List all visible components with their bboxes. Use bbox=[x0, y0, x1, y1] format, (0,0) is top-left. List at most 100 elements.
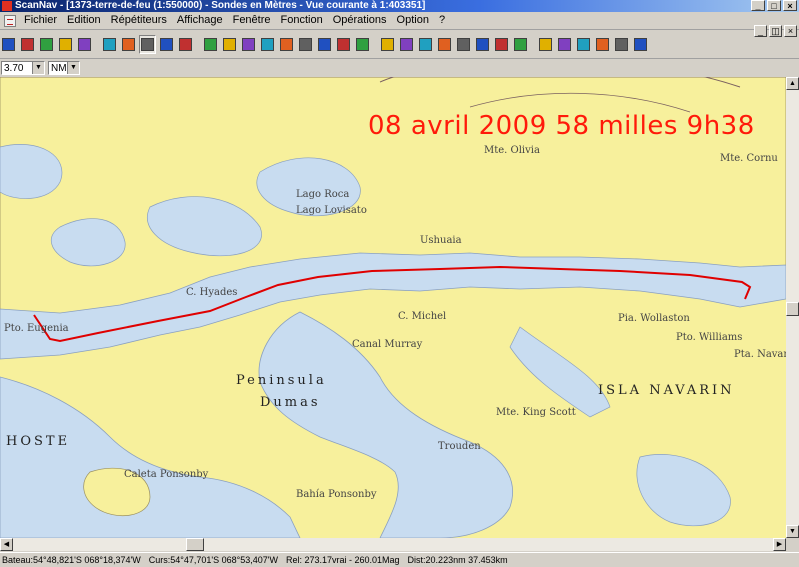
layers-icon bbox=[356, 37, 369, 51]
scroll-up-button[interactable]: ▲ bbox=[786, 77, 799, 90]
window-button[interactable] bbox=[177, 35, 194, 54]
bar-chart-button[interactable] bbox=[512, 35, 529, 54]
mark-icon bbox=[280, 37, 293, 51]
route-icon bbox=[242, 37, 255, 51]
menu-repetiteurs[interactable]: Répétiteurs bbox=[106, 13, 172, 28]
select-rect-button[interactable] bbox=[158, 35, 175, 54]
center-cross-icon bbox=[223, 37, 236, 51]
unit-value: NM bbox=[51, 62, 67, 74]
gps-button[interactable] bbox=[455, 35, 472, 54]
menu-fichier[interactable]: Fichier bbox=[19, 13, 62, 28]
mark-button[interactable] bbox=[278, 35, 295, 54]
bar-chart-icon bbox=[514, 37, 527, 51]
status-distance: Dist:20.223nm 37.453km bbox=[407, 555, 508, 565]
open-chart-button[interactable] bbox=[0, 35, 17, 54]
map-label: Lago Lovisato bbox=[296, 205, 367, 216]
tide-button[interactable] bbox=[474, 35, 491, 54]
menu-operations[interactable]: Opérations bbox=[328, 13, 392, 28]
identify-button[interactable] bbox=[632, 35, 649, 54]
print-button[interactable] bbox=[57, 35, 74, 54]
map-label: Pto. Eugenia bbox=[4, 323, 69, 334]
gps-icon bbox=[457, 37, 470, 51]
menu-fenetre[interactable]: Fenêtre bbox=[228, 13, 276, 28]
zoom-out-icon bbox=[122, 37, 135, 51]
unit-select[interactable]: NM ▼ bbox=[48, 61, 80, 75]
scroll-right-button[interactable]: ▶ bbox=[773, 538, 786, 551]
grid-button[interactable] bbox=[556, 35, 573, 54]
text-button[interactable] bbox=[335, 35, 352, 54]
measure-icon bbox=[318, 37, 331, 51]
document-icon[interactable] bbox=[4, 14, 16, 27]
info-button[interactable] bbox=[417, 35, 434, 54]
map-label: C. Michel bbox=[398, 311, 447, 322]
tide-icon bbox=[476, 37, 489, 51]
zoom-in-button[interactable] bbox=[101, 35, 118, 54]
open-chart-icon bbox=[2, 37, 15, 51]
status-cursor-position: Curs:54°47,701'S 068°53,407'W bbox=[148, 555, 278, 565]
waypoint-icon bbox=[261, 37, 274, 51]
chart-image bbox=[0, 77, 786, 538]
scroll-down-button[interactable]: ▼ bbox=[786, 525, 799, 538]
save-button[interactable] bbox=[38, 35, 55, 54]
alarm-button[interactable] bbox=[398, 35, 415, 54]
window-icon bbox=[179, 37, 192, 51]
scroll-left-button[interactable]: ◀ bbox=[0, 538, 13, 551]
horizontal-scroll-thumb[interactable] bbox=[186, 538, 204, 551]
map-label: Canal Murray bbox=[352, 339, 423, 350]
help-pointer-button[interactable] bbox=[76, 35, 93, 54]
status-bearing: Rel: 273.17vrai - 260.01Mag bbox=[285, 555, 400, 565]
wind-button[interactable] bbox=[594, 35, 611, 54]
map-label: Mte. Olivia bbox=[484, 145, 540, 156]
status-boat-position: Bateau:54°48,821'S 068°18,374'W bbox=[2, 555, 141, 565]
map-label: Lago Roca bbox=[296, 189, 350, 200]
boat-button[interactable] bbox=[202, 35, 219, 54]
track-button[interactable] bbox=[297, 35, 314, 54]
chevron-down-icon[interactable]: ▼ bbox=[67, 62, 79, 74]
zoom-out-button[interactable] bbox=[120, 35, 137, 54]
track-annotation: 08 avril 2009 58 milles 9h38 bbox=[368, 111, 755, 141]
menu-affichage[interactable]: Affichage bbox=[172, 13, 228, 28]
waypoint-button[interactable] bbox=[259, 35, 276, 54]
scale-value: 3.70 bbox=[4, 62, 24, 74]
window-title-bar: ScanNav - [1373-terre-de-feu (1:550000) … bbox=[0, 0, 799, 12]
pan-hand-icon bbox=[141, 37, 154, 51]
vertical-scrollbar[interactable]: ▲ ▼ bbox=[786, 77, 799, 538]
compass-icon bbox=[381, 37, 394, 51]
menu-help[interactable]: ? bbox=[434, 13, 450, 28]
man-overboard-button[interactable] bbox=[436, 35, 453, 54]
ruler-button[interactable] bbox=[613, 35, 630, 54]
help-pointer-icon bbox=[78, 37, 91, 51]
scale-select[interactable]: 3.70 ▼ bbox=[1, 61, 45, 75]
info-icon bbox=[419, 37, 432, 51]
map-label: Mte. King Scott bbox=[496, 407, 576, 418]
map-label: Trouden bbox=[438, 441, 481, 452]
pan-hand-button[interactable] bbox=[139, 34, 156, 54]
menu-fonction[interactable]: Fonction bbox=[276, 13, 328, 28]
grid-icon bbox=[558, 37, 571, 51]
zoom-in-icon bbox=[103, 37, 116, 51]
close-button[interactable]: × bbox=[783, 0, 797, 11]
map-label: HOSTE bbox=[6, 434, 71, 449]
wind-icon bbox=[596, 37, 609, 51]
center-cross-button[interactable] bbox=[221, 35, 238, 54]
maximize-button[interactable]: □ bbox=[767, 0, 781, 11]
menu-option[interactable]: Option bbox=[392, 13, 434, 28]
lifebuoy-button[interactable] bbox=[493, 35, 510, 54]
identify-icon bbox=[634, 37, 647, 51]
menu-edition[interactable]: Edition bbox=[62, 13, 106, 28]
bar-chart-alt-button[interactable] bbox=[537, 35, 554, 54]
chart-view[interactable]: 08 avril 2009 58 milles 9h38 Peninsula D… bbox=[0, 77, 786, 538]
horizontal-scrollbar[interactable]: ◀ ▶ bbox=[0, 538, 786, 551]
compass-button[interactable] bbox=[379, 35, 396, 54]
grid-alt-button[interactable] bbox=[575, 35, 592, 54]
grid-alt-icon bbox=[577, 37, 590, 51]
minimize-button[interactable]: _ bbox=[751, 0, 765, 11]
main-toolbar bbox=[0, 30, 799, 59]
layers-button[interactable] bbox=[354, 35, 371, 54]
map-label: Ushuaia bbox=[420, 235, 462, 246]
print-preview-button[interactable] bbox=[19, 35, 36, 54]
vertical-scroll-thumb[interactable] bbox=[786, 302, 799, 316]
route-button[interactable] bbox=[240, 35, 257, 54]
measure-button[interactable] bbox=[316, 35, 333, 54]
chevron-down-icon[interactable]: ▼ bbox=[32, 62, 44, 74]
